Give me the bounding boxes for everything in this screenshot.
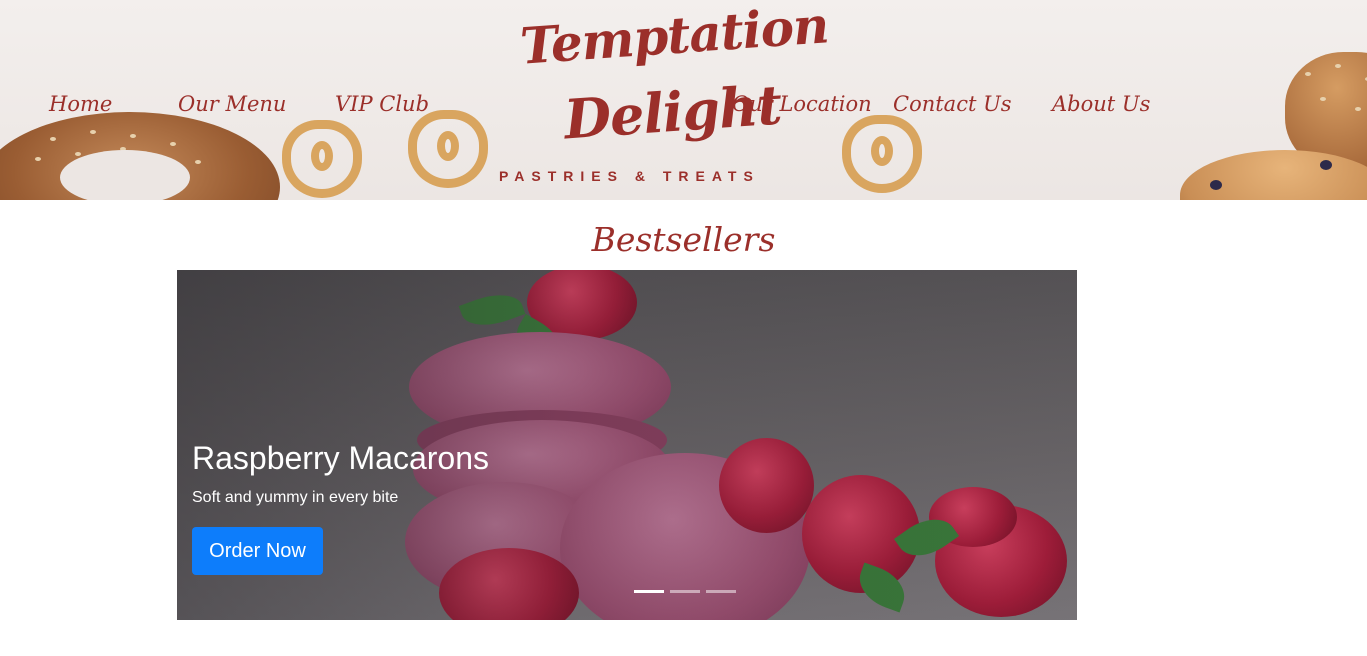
nav-contact-us-link[interactable]: Contact Us bbox=[893, 90, 1012, 118]
carousel-indicator-3[interactable] bbox=[706, 590, 736, 593]
site-header: Home Our Menu VIP Club Our Location Cont… bbox=[0, 0, 1367, 200]
bestsellers-carousel[interactable]: Raspberry Macarons Soft and yummy in eve… bbox=[177, 270, 1077, 620]
nav-about-us-link[interactable]: About Us bbox=[1052, 90, 1150, 118]
logo-tagline: PASTRIES & TREATS bbox=[499, 168, 760, 184]
pretzel-image bbox=[282, 120, 362, 198]
pretzel-image bbox=[408, 110, 488, 188]
order-now-button[interactable]: Order Now bbox=[192, 527, 323, 575]
slide-description: Soft and yummy in every bite bbox=[192, 489, 399, 506]
bestsellers-title: Bestsellers bbox=[591, 220, 776, 259]
slide-title: Raspberry Macarons bbox=[192, 440, 489, 476]
carousel-indicator-1[interactable] bbox=[634, 590, 664, 593]
nav-vip-club-link[interactable]: VIP Club bbox=[335, 90, 429, 118]
pretzel-image bbox=[842, 115, 922, 193]
carousel-indicator-2[interactable] bbox=[670, 590, 700, 593]
nav-home-link[interactable]: Home bbox=[49, 90, 112, 118]
muffin-image bbox=[1180, 150, 1367, 200]
bagel-hole bbox=[60, 150, 190, 200]
nav-our-menu-link[interactable]: Our Menu bbox=[178, 90, 286, 118]
logo-line-1: Temptation bbox=[518, 0, 831, 76]
logo-line-2: Delight bbox=[562, 72, 784, 152]
